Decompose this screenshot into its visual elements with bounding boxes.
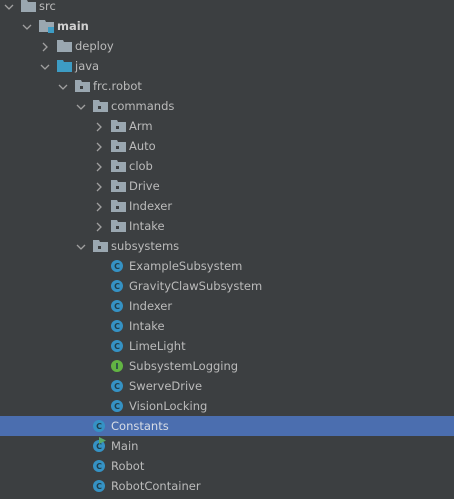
tree-item-label: Auto [129,139,156,153]
tree-item-indexer[interactable]: C Indexer [0,296,454,316]
tree-item-label: frc.robot [93,79,142,93]
tree-item-limelight[interactable]: C LimeLight [0,336,454,356]
tree-item-constants[interactable]: C Constants [0,416,454,436]
tree-item-label: clob [129,159,153,173]
class-icon: C [111,400,123,412]
chevron-down-icon[interactable] [76,101,86,111]
tree-item-label: Constants [111,419,169,433]
tree-item-examplesubsystem[interactable]: C ExampleSubsystem [0,256,454,276]
class-icon: C [93,480,105,492]
chevron-right-icon[interactable] [40,41,50,52]
tree-item-arm[interactable]: Arm [0,116,454,136]
tree-item-drive[interactable]: Drive [0,176,454,196]
class-icon: C [111,380,123,392]
tree-item-visionlocking[interactable]: C VisionLocking [0,396,454,416]
tree-item-deploy[interactable]: deploy [0,36,454,56]
tree-item-label: subsystems [111,239,180,253]
package-icon [111,199,126,213]
tree-item-label: GravityClawSubsystem [129,279,263,293]
tree-item-label: Indexer [129,299,173,313]
package-icon [93,239,108,253]
tree-item-label: RobotContainer [111,479,201,493]
class-icon: C [111,300,123,312]
tree-item-robot[interactable]: C Robot [0,456,454,476]
chevron-down-icon[interactable] [76,241,86,251]
runnable-class-icon: C [93,437,106,452]
tree-item-label: Intake [129,319,165,333]
interface-icon: I [111,360,123,372]
tree-item-label: SubsystemLogging [129,359,239,373]
tree-item-label: LimeLight [129,339,186,353]
package-icon [75,79,90,93]
tree-item-main[interactable]: main [0,16,454,36]
tree-item-auto[interactable]: Auto [0,136,454,156]
chevron-down-icon[interactable] [4,1,14,11]
project-tree[interactable]: src main deploy java frc.robot commands Arm Aut… [0,0,454,496]
tree-item-label: Drive [129,179,160,193]
chevron-right-icon[interactable] [94,181,104,192]
chevron-right-icon[interactable] [94,221,104,232]
tree-item-intake[interactable]: C Intake [0,316,454,336]
tree-item-subsystems[interactable]: subsystems [0,236,454,256]
tree-item-main[interactable]: C Main [0,436,454,456]
tree-item-gravityclawsubsystem[interactable]: C GravityClawSubsystem [0,276,454,296]
package-icon [111,179,126,193]
tree-item-label: deploy [75,39,114,53]
folder-icon [39,19,54,33]
package-icon [111,119,126,133]
chevron-down-icon[interactable] [22,21,32,31]
tree-item-label: VisionLocking [129,399,208,413]
tree-item-label: Main [111,439,139,453]
tree-item-label: java [75,59,100,73]
tree-item-label: Indexer [129,199,173,213]
class-icon: C [93,460,105,472]
chevron-down-icon[interactable] [40,61,50,71]
tree-item-label: commands [111,99,175,113]
tree-item-label: Arm [129,119,153,133]
tree-item-subsystemlogging[interactable]: I SubsystemLogging [0,356,454,376]
tree-item-label: Robot [111,459,145,473]
tree-item-robotcontainer[interactable]: C RobotContainer [0,476,454,496]
folder-icon [21,0,36,13]
chevron-right-icon[interactable] [94,121,104,132]
tree-item-label: Intake [129,219,165,233]
tree-item-label: ExampleSubsystem [129,259,243,273]
chevron-right-icon[interactable] [94,141,104,152]
class-icon: C [111,340,123,352]
tree-item-indexer[interactable]: Indexer [0,196,454,216]
chevron-down-icon[interactable] [58,81,68,91]
package-icon [93,99,108,113]
package-icon [111,159,126,173]
tree-item-intake[interactable]: Intake [0,216,454,236]
chevron-right-icon[interactable] [94,161,104,172]
tree-item-label: src [39,0,56,13]
class-icon: C [111,280,123,292]
tree-item-src[interactable]: src [0,0,454,16]
folder-icon [57,59,72,73]
package-icon [111,219,126,233]
tree-item-frc-robot[interactable]: frc.robot [0,76,454,96]
class-icon: C [111,320,123,332]
chevron-right-icon[interactable] [94,201,104,212]
tree-item-commands[interactable]: commands [0,96,454,116]
tree-item-label: SwerveDrive [129,379,203,393]
tree-item-clob[interactable]: clob [0,156,454,176]
tree-item-java[interactable]: java [0,56,454,76]
folder-icon [57,39,72,53]
class-icon: C [93,420,105,432]
tree-item-swervedrive[interactable]: C SwerveDrive [0,376,454,396]
package-icon [111,139,126,153]
class-icon: C [111,260,123,272]
tree-item-label: main [57,19,89,33]
